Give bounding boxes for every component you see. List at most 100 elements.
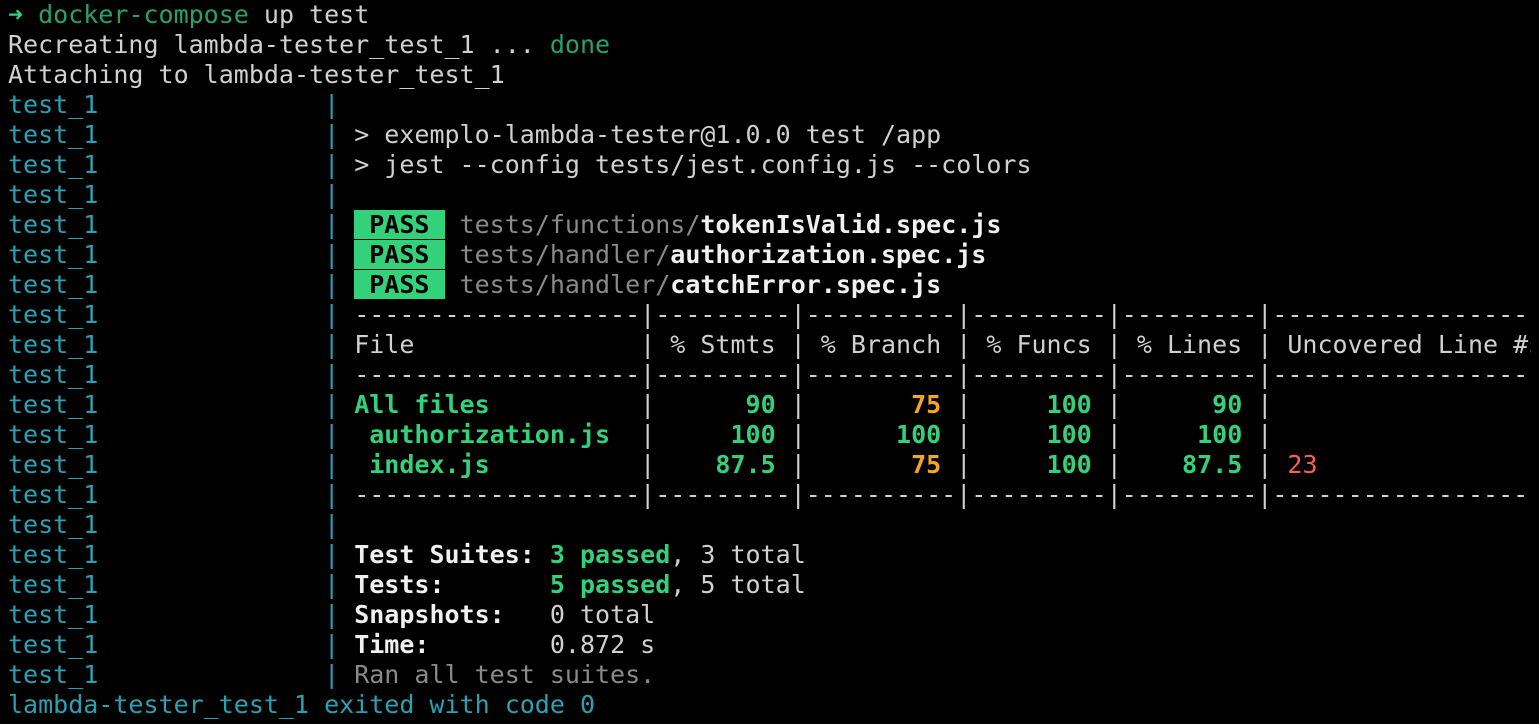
summary-label: Tests: bbox=[354, 570, 550, 599]
summary-passed: 5 passed bbox=[549, 570, 671, 599]
summary-value: 0.872 s bbox=[549, 630, 656, 659]
summary-value: 0 total bbox=[549, 600, 656, 629]
suite-result-line: test_1 | PASS tests/handler/catchError.s… bbox=[8, 270, 1531, 300]
npm-command-line: > jest --config tests/jest.config.js --c… bbox=[354, 150, 1032, 179]
container-prefix: test_1 | bbox=[8, 480, 355, 509]
container-prefix: test_1 | bbox=[8, 510, 355, 539]
coverage-separator: test_1 | -------------------|---------|-… bbox=[8, 300, 1531, 330]
coverage-file: authorization.js bbox=[354, 420, 626, 449]
recreating-status: done bbox=[549, 30, 611, 59]
log-line: test_1 | bbox=[8, 180, 1531, 210]
ran-all-text: Ran all test suites. bbox=[354, 660, 656, 689]
coverage-stmts: 90 bbox=[670, 390, 776, 419]
container-prefix: test_1 | bbox=[8, 450, 355, 479]
col-sep: | bbox=[625, 390, 671, 419]
col-sep: | bbox=[1091, 420, 1137, 449]
container-prefix: test_1 | bbox=[8, 540, 355, 569]
col-sep: | bbox=[775, 420, 821, 449]
coverage-file: index.js bbox=[354, 450, 626, 479]
coverage-file: All files bbox=[354, 390, 626, 419]
suite-file: catchError.spec.js bbox=[670, 270, 942, 299]
container-prefix: test_1 | bbox=[8, 630, 355, 659]
col-sep: | bbox=[625, 420, 671, 449]
coverage-lines: 90 bbox=[1136, 390, 1243, 419]
col-sep: | bbox=[1242, 450, 1288, 479]
container-prefix: test_1 | bbox=[8, 90, 355, 119]
col-sep: | bbox=[1091, 390, 1137, 419]
container-prefix: test_1 | bbox=[8, 420, 355, 449]
coverage-row: test_1 | index.js | 87.5 | 75 | 100 | 87… bbox=[8, 450, 1531, 480]
log-line: test_1 | bbox=[8, 510, 1531, 540]
pass-badge: PASS bbox=[354, 240, 445, 269]
separator-text: -------------------|---------|----------… bbox=[354, 360, 1531, 389]
coverage-uncovered: 23 bbox=[1287, 450, 1318, 479]
coverage-separator: test_1 | -------------------|---------|-… bbox=[8, 360, 1531, 390]
summary-label: Test Suites: bbox=[354, 540, 550, 569]
col-sep: | bbox=[775, 390, 821, 419]
coverage-lines: 87.5 bbox=[1136, 450, 1243, 479]
coverage-header-text: File | % Stmts | % Branch | % Funcs | % … bbox=[354, 330, 1531, 359]
container-prefix: test_1 | bbox=[8, 120, 355, 149]
command-name: docker-compose bbox=[23, 0, 249, 29]
coverage-stmts: 87.5 bbox=[670, 450, 776, 479]
col-sep: | bbox=[775, 450, 821, 479]
pass-badge: PASS bbox=[354, 270, 445, 299]
summary-passed: 3 passed bbox=[549, 540, 671, 569]
container-prefix: test_1 | bbox=[8, 660, 355, 689]
suite-result-line: test_1 | PASS tests/functions/tokenIsVal… bbox=[8, 210, 1531, 240]
suite-dir: tests/handler/ bbox=[459, 240, 671, 269]
log-line: test_1 | > exemplo-lambda-tester@1.0.0 t… bbox=[8, 120, 1531, 150]
summary-ran: test_1 | Ran all test suites. bbox=[8, 660, 1531, 690]
pass-badge: PASS bbox=[354, 210, 445, 239]
container-prefix: test_1 | bbox=[8, 570, 355, 599]
container-prefix: test_1 | bbox=[8, 270, 355, 299]
summary-total: , 3 total bbox=[670, 540, 806, 569]
coverage-rows: test_1 | All files | 90 | 75 | 100 | 90 … bbox=[8, 390, 1531, 480]
command-args: up test bbox=[248, 0, 370, 29]
command-line: ➜ docker-compose up test bbox=[8, 0, 1531, 30]
container-prefix: test_1 | bbox=[8, 390, 355, 419]
attaching-line: Attaching to lambda-tester_test_1 bbox=[8, 60, 505, 89]
col-sep: | bbox=[1242, 390, 1288, 419]
suite-dir: tests/handler/ bbox=[459, 270, 671, 299]
summary-time: test_1 | Time: 0.872 s bbox=[8, 630, 1531, 660]
coverage-separator: test_1 | -------------------|---------|-… bbox=[8, 480, 1531, 510]
summary-label: Time: bbox=[354, 630, 550, 659]
coverage-branch: 75 bbox=[820, 390, 942, 419]
coverage-header: test_1 | File | % Stmts | % Branch | % F… bbox=[8, 330, 1531, 360]
suite-file: tokenIsValid.spec.js bbox=[700, 210, 1002, 239]
coverage-branch: 100 bbox=[820, 420, 942, 449]
container-prefix: test_1 | bbox=[8, 240, 355, 269]
coverage-branch: 75 bbox=[820, 450, 942, 479]
suite-result-line: test_1 | PASS tests/handler/authorizatio… bbox=[8, 240, 1531, 270]
summary-tests: test_1 | Tests: 5 passed, 5 total bbox=[8, 570, 1531, 600]
col-sep: | bbox=[941, 450, 987, 479]
npm-script-line: > exemplo-lambda-tester@1.0.0 test /app bbox=[354, 120, 942, 149]
col-sep: | bbox=[625, 450, 671, 479]
suite-file: authorization.spec.js bbox=[670, 240, 987, 269]
summary-snapshots: test_1 | Snapshots: 0 total bbox=[8, 600, 1531, 630]
container-prefix: test_1 | bbox=[8, 300, 355, 329]
recreating-text: Recreating lambda-tester_test_1 ... bbox=[8, 30, 550, 59]
container-prefix: test_1 | bbox=[8, 180, 355, 209]
exit-line: lambda-tester_test_1 exited with code 0 bbox=[8, 690, 595, 719]
summary-suites: test_1 | Test Suites: 3 passed, 3 total bbox=[8, 540, 1531, 570]
col-sep: | bbox=[941, 390, 987, 419]
col-sep: | bbox=[1091, 450, 1137, 479]
summary-total: , 5 total bbox=[670, 570, 806, 599]
container-prefix: test_1 | bbox=[8, 150, 355, 179]
coverage-row: test_1 | authorization.js | 100 | 100 | … bbox=[8, 420, 1531, 450]
coverage-funcs: 100 bbox=[986, 450, 1092, 479]
coverage-stmts: 100 bbox=[670, 420, 776, 449]
terminal-output[interactable]: ➜ docker-compose up test Recreating lamb… bbox=[0, 0, 1539, 720]
coverage-funcs: 100 bbox=[986, 420, 1092, 449]
recreating-line: Recreating lambda-tester_test_1 ... done bbox=[8, 30, 1531, 60]
log-line: test_1 | > jest --config tests/jest.conf… bbox=[8, 150, 1531, 180]
coverage-lines: 100 bbox=[1136, 420, 1243, 449]
coverage-row: test_1 | All files | 90 | 75 | 100 | 90 … bbox=[8, 390, 1531, 420]
suite-dir: tests/functions/ bbox=[459, 210, 701, 239]
separator-text: -------------------|---------|----------… bbox=[354, 300, 1531, 329]
container-prefix: test_1 | bbox=[8, 330, 355, 359]
separator-text: -------------------|---------|----------… bbox=[354, 480, 1531, 509]
summary-label: Snapshots: bbox=[354, 600, 550, 629]
